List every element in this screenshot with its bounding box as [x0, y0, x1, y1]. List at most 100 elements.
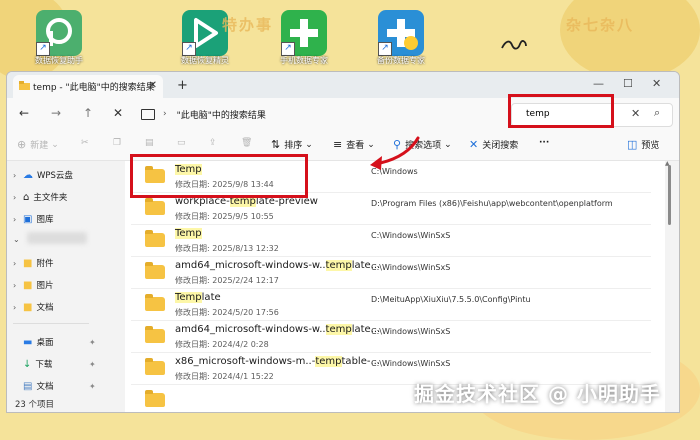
desktop-app-icon-1[interactable]: ↗	[36, 10, 82, 56]
sidebar-item-desktop[interactable]: ▬ 桌面	[13, 336, 54, 349]
sidebar-item-wps-cloud[interactable]: › ☁ WPS云盘	[13, 169, 73, 182]
maximize-icon[interactable]: ☐	[623, 77, 633, 90]
desktop-app-label: 数据恢复助手	[35, 56, 83, 65]
sidebar-item-attachments[interactable]: › ■ 附件	[13, 257, 53, 270]
explorer-tab[interactable]: temp - "此电脑"中的搜索结果 ✕	[13, 75, 163, 98]
pin-icon[interactable]: ✦	[89, 360, 96, 369]
file-modified-date: 修改日期: 2024/5/20 17:56	[175, 308, 279, 317]
close-search-icon: ✕	[469, 138, 479, 151]
up-icon[interactable]: ↑	[83, 106, 93, 120]
list-item[interactable]: Template 修改日期: 2024/5/20 17:56 D:\MeituA…	[131, 289, 651, 320]
blurred-account-name	[27, 232, 87, 244]
clear-search-icon[interactable]: ✕	[631, 107, 640, 120]
tab-title: temp - "此电脑"中的搜索结果	[33, 83, 155, 93]
chevron-right-icon: ›	[13, 258, 17, 268]
desktop-faded-text: 特办事	[222, 16, 274, 34]
address-bar[interactable]: › "此电脑"中的搜索结果	[141, 103, 507, 125]
status-bar-count: 23 个项目	[15, 400, 55, 410]
folder-icon	[145, 358, 165, 375]
chevron-right-icon: ›	[13, 214, 17, 224]
stop-icon[interactable]: ✕	[113, 106, 123, 120]
sidebar-item-gallery[interactable]: › ▣ 图库	[13, 213, 54, 226]
computer-icon	[141, 108, 155, 120]
preview-button[interactable]: ◫ 预览	[627, 138, 659, 151]
list-item[interactable]: amd64_microsoft-windows-w..template... 修…	[131, 321, 651, 352]
file-name: Temp	[175, 228, 202, 239]
chevron-down-icon: ⌄	[305, 139, 313, 150]
tab-close-icon[interactable]: ✕	[149, 80, 157, 91]
file-modified-date: 修改日期: 2025/9/5 10:55	[175, 212, 274, 221]
chevron-down-icon: ⌄	[13, 235, 20, 244]
file-path: D:\Program Files (x86)\Feishu\app\webcon…	[371, 199, 613, 208]
minimize-icon[interactable]: —	[593, 77, 604, 90]
preview-pane-icon: ◫	[627, 138, 638, 151]
sidebar-item-label: 文档	[36, 382, 54, 392]
folder-icon	[145, 390, 165, 407]
file-modified-date: 修改日期: 2025/2/24 12:17	[175, 276, 279, 285]
share-icon[interactable]: ⇪	[209, 138, 217, 148]
sidebar-item-label: 图库	[36, 215, 54, 225]
file-path: C:\Windows\WinSxS	[371, 263, 451, 272]
desktop-app-icon-4[interactable]: ↗	[378, 10, 424, 56]
view-label: 查看	[346, 141, 365, 151]
folder-icon	[19, 81, 30, 90]
search-icon[interactable]: ⌕	[654, 106, 660, 120]
sidebar-item-label: 图片	[36, 281, 54, 291]
annotation-box-result	[130, 154, 308, 198]
sidebar-item-documents[interactable]: ▤ 文档	[13, 380, 54, 393]
copy-icon[interactable]: ❐	[113, 138, 121, 148]
close-search-button[interactable]: ✕ 关闭搜索	[469, 138, 518, 151]
sidebar-item-account[interactable]: ⌄	[13, 235, 23, 244]
chevron-right-icon: ›	[13, 280, 17, 290]
delete-icon[interactable]: 🗑	[241, 138, 252, 148]
forward-icon[interactable]: →	[51, 106, 61, 120]
desktop-app-icon-3[interactable]: ↗	[281, 10, 327, 56]
file-name: Template	[175, 292, 221, 303]
list-item[interactable]: Temp 修改日期: 2025/8/13 12:32 C:\Windows\Wi…	[131, 225, 651, 256]
folder-icon: ■	[23, 301, 33, 313]
shortcut-arrow-icon: ↗	[182, 42, 196, 56]
sidebar-item-home[interactable]: › ⌂ 主文件夹	[13, 191, 67, 204]
sort-button[interactable]: ⇅ 排序 ⌄	[271, 138, 313, 151]
file-name: x86_microsoft-windows-m..-temptable-...	[175, 356, 380, 367]
new-button[interactable]: ⊕ 新建 ⌄	[17, 138, 59, 151]
sidebar-item-documents-folder[interactable]: › ■ 文档	[13, 301, 53, 314]
paste-icon[interactable]: ▤	[145, 138, 154, 148]
folder-icon	[145, 294, 165, 311]
cloud-icon: ☁	[23, 169, 33, 181]
pin-icon[interactable]: ✦	[89, 382, 96, 391]
back-icon[interactable]: ←	[19, 106, 29, 120]
chevron-down-icon: ⌄	[444, 139, 452, 150]
desktop-app-label: 数据恢复精灵	[181, 56, 229, 65]
more-button[interactable]: ···	[539, 138, 549, 148]
sidebar-divider	[13, 323, 89, 324]
close-icon[interactable]: ✕	[652, 77, 661, 90]
annotation-arrow-icon	[370, 136, 420, 170]
rename-icon[interactable]: ▭	[177, 138, 186, 148]
watermark-text: 掘金技术社区 @ 小明助手	[414, 382, 661, 406]
gallery-icon: ▣	[23, 213, 33, 225]
folder-icon	[145, 262, 165, 279]
desktop-icon: ▬	[23, 336, 33, 348]
list-item[interactable]: amd64_microsoft-windows-w..template... 修…	[131, 257, 651, 288]
cut-icon[interactable]: ✂	[81, 138, 89, 148]
sidebar-item-pictures[interactable]: › ■ 图片	[13, 279, 54, 292]
scrollbar-thumb[interactable]	[668, 165, 671, 225]
command-bar: ⊕ 新建 ⌄ ✂ ❐ ▤ ▭ ⇪ 🗑 ⇅ 排序 ⌄ ≡ 查看 ⌄ ⚲ 搜索选项 ⌄ ✕ 关闭搜索 …	[7, 130, 679, 161]
sidebar-item-label: 桌面	[36, 338, 54, 348]
sort-icon: ⇅	[271, 138, 281, 151]
annotation-box-search	[508, 94, 614, 128]
plus-circle-icon: ⊕	[17, 138, 27, 151]
shortcut-arrow-icon: ↗	[281, 42, 295, 56]
new-tab-icon[interactable]: +	[177, 78, 188, 93]
pin-icon[interactable]: ✦	[89, 338, 96, 347]
close-search-label: 关闭搜索	[482, 141, 519, 151]
folder-icon	[145, 198, 165, 215]
file-modified-date: 修改日期: 2024/4/2 0:28	[175, 340, 269, 349]
search-results-list: Temp 修改日期: 2025/9/8 13:44 C:\Windows wor…	[125, 161, 665, 412]
sidebar-item-downloads[interactable]: ↓ 下载	[13, 358, 52, 371]
file-path: C:\Windows\WinSxS	[371, 327, 451, 336]
shortcut-arrow-icon: ↗	[378, 42, 392, 56]
download-icon: ↓	[23, 358, 32, 370]
background-blob	[560, 0, 700, 80]
